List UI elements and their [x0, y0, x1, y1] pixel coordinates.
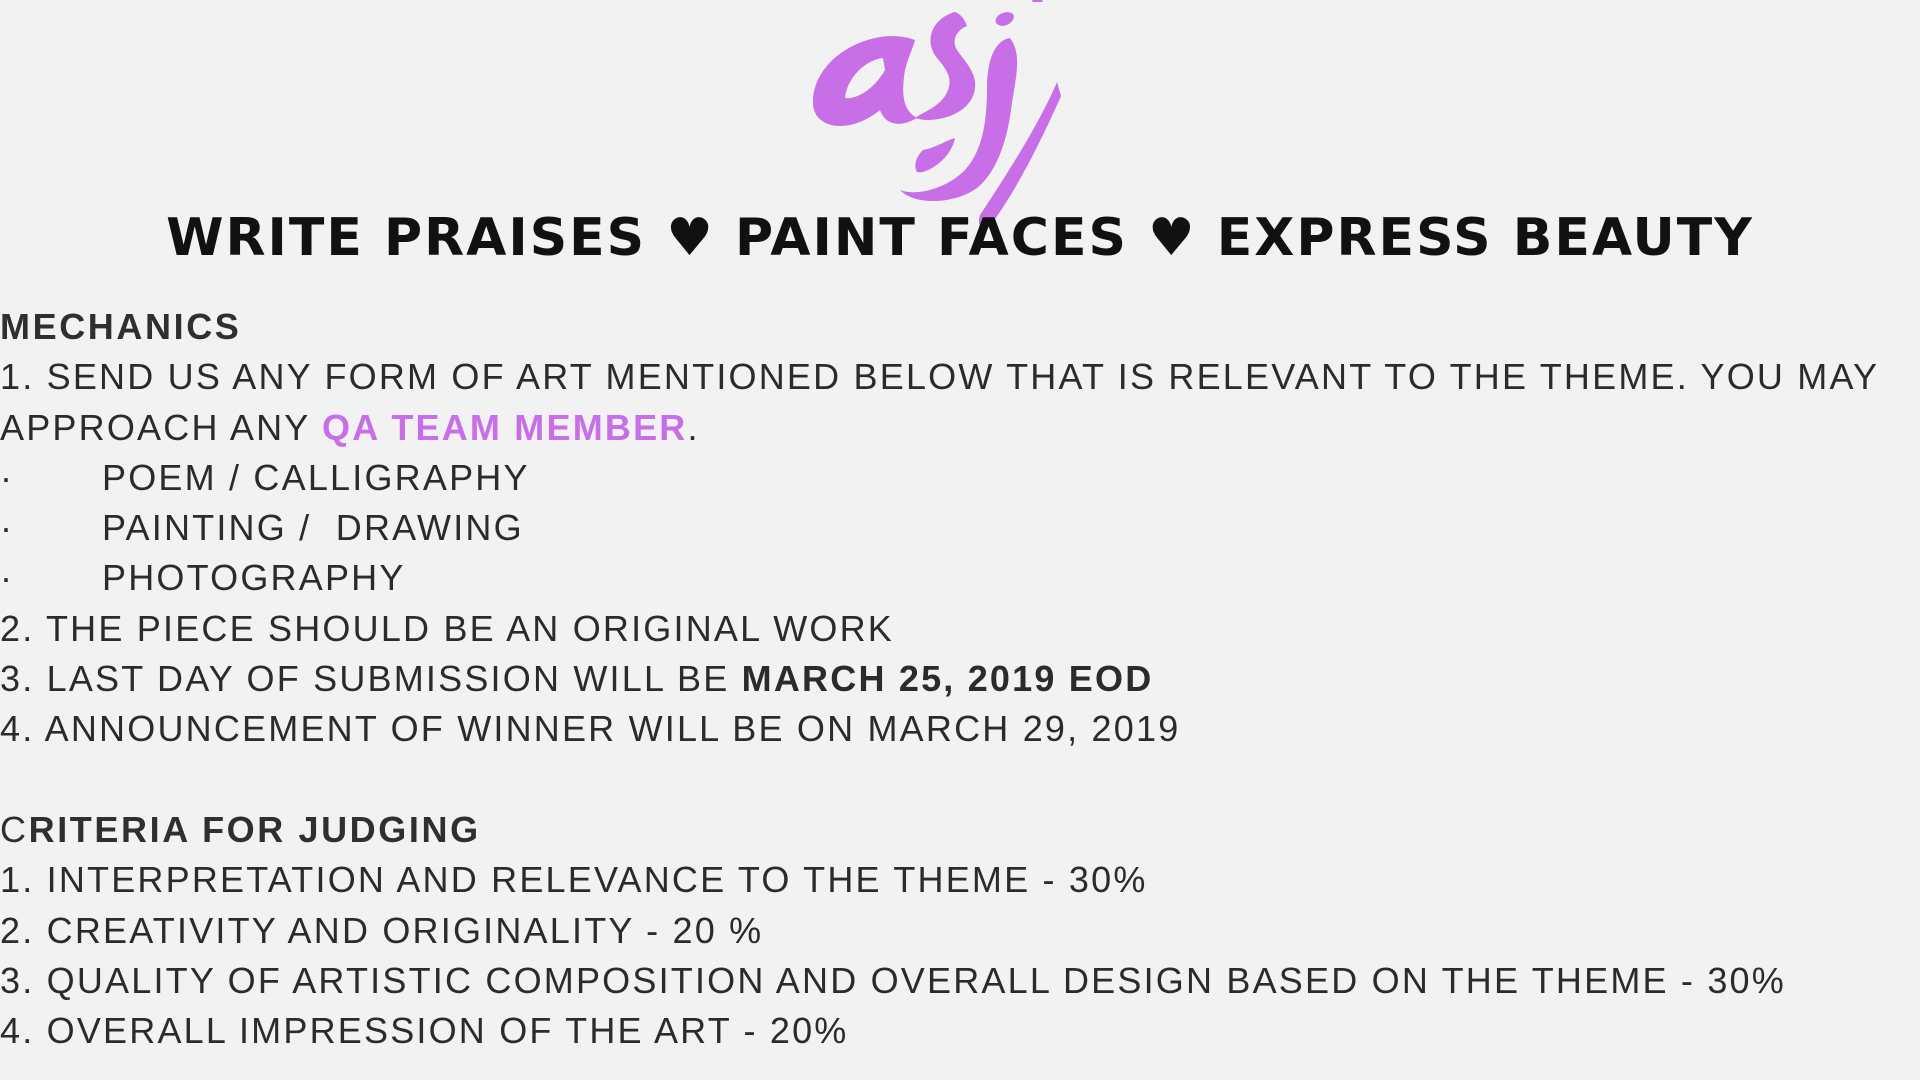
- criteria-heading: CRITERIA FOR JUDGING: [0, 805, 1920, 855]
- theme-title: WRITE PRAISES ♥ PAINT FACES ♥ EXPRESS BE…: [0, 208, 1920, 268]
- bullet-item: · POEM / CALLIGRAPHY: [0, 453, 1920, 503]
- theme-part-paint-faces: PAINT FACES: [734, 208, 1128, 268]
- mechanics-item-4: 4. ANNOUNCEMENT OF WINNER WILL BE ON MAR…: [0, 708, 1181, 750]
- bullet-item-label: PHOTOGRAPHY: [102, 557, 406, 599]
- bullet-item: · PHOTOGRAPHY: [0, 553, 1920, 603]
- bullet-icon: ·: [0, 456, 15, 498]
- mechanics-item-1: 1. SEND US ANY FORM OF ART MENTIONED BEL…: [0, 356, 1880, 398]
- heart-icon: ♥: [1148, 208, 1197, 268]
- heart-icon: ♥: [666, 208, 715, 268]
- bullet-item-label: POEM / CALLIGRAPHY: [102, 456, 530, 498]
- theme-part-write-praises: WRITE PRAISES: [166, 208, 647, 268]
- mechanics-item-3: 3. LAST DAY OF SUBMISSION WILL BE MARCH …: [0, 654, 1920, 704]
- theme-part-express-beauty: EXPRESS BEAUTY: [1216, 208, 1754, 268]
- criteria-heading-initial: C: [0, 808, 29, 850]
- poster-body: MECHANICS 1. SEND US ANY FORM OF ART MEN…: [0, 302, 1920, 1056]
- poster: WRITE PRAISES ♥ PAINT FACES ♥ EXPRESS BE…: [0, 0, 1920, 1080]
- criteria-heading-rest: RITERIA FOR JUDGING: [28, 808, 481, 850]
- bullet-item-label: PAINTING / DRAWING: [102, 507, 524, 549]
- criteria-item: 2. CREATIVITY AND ORIGINALITY - 20 %: [0, 909, 764, 951]
- mechanics-item-1-suffix: .: [687, 406, 700, 448]
- criteria-item: 1. INTERPRETATION AND RELEVANCE TO THE T…: [0, 859, 1148, 901]
- bullet-icon: ·: [0, 557, 15, 599]
- bullet-icon: ·: [0, 507, 15, 549]
- asj-brush-logo: [812, 0, 1061, 231]
- mechanics-item-1-continued: APPROACH ANY QA TEAM MEMBER.: [0, 403, 1920, 453]
- qa-team-member-highlight: QA TEAM MEMBER: [322, 406, 688, 448]
- submission-deadline: MARCH 25, 2019 EOD: [741, 658, 1154, 700]
- mechanics-heading: MECHANICS: [0, 306, 242, 347]
- bullet-item: · PAINTING / DRAWING: [0, 503, 1920, 553]
- mechanics-item-1-prefix: APPROACH ANY: [0, 406, 323, 448]
- criteria-item: 4. OVERALL IMPRESSION OF THE ART - 20%: [0, 1010, 849, 1052]
- mechanics-item-2: 2. THE PIECE SHOULD BE AN ORIGINAL WORK: [0, 607, 894, 649]
- mechanics-item-3-prefix: 3. LAST DAY OF SUBMISSION WILL BE: [0, 658, 742, 700]
- criteria-item: 3. QUALITY OF ARTISTIC COMPOSITION AND O…: [0, 959, 1786, 1001]
